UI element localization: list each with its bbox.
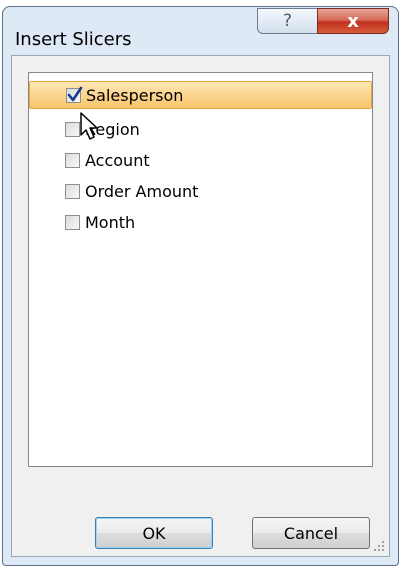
insert-slicers-dialog: Insert Slicers ? x Salesperson Region Ac… [2, 6, 399, 566]
ok-button[interactable]: OK [95, 517, 213, 549]
field-item-order-amount[interactable]: Order Amount [29, 177, 372, 205]
field-checkbox-account[interactable] [65, 152, 80, 168]
dialog-body: Salesperson Region Account Order Amount … [11, 55, 390, 557]
resize-grip-icon[interactable] [373, 540, 385, 552]
field-label: Month [85, 212, 136, 232]
cancel-button[interactable]: Cancel [252, 517, 370, 549]
dialog-title: Insert Slicers [15, 29, 132, 50]
field-checkbox-order-amount[interactable] [65, 183, 80, 199]
title-bar[interactable]: Insert Slicers ? x [3, 7, 398, 55]
mouse-cursor-icon [80, 112, 98, 140]
field-label: Order Amount [85, 181, 199, 201]
field-item-month[interactable]: Month [29, 208, 372, 236]
close-icon: x [347, 10, 359, 32]
field-item-salesperson[interactable]: Salesperson [29, 81, 372, 109]
help-button[interactable]: ? [257, 8, 317, 34]
field-checkbox-salesperson[interactable] [66, 86, 83, 103]
field-checkbox-month[interactable] [65, 214, 80, 230]
checkmark-icon [67, 86, 83, 101]
field-label: Salesperson [86, 85, 184, 105]
field-label: Account [85, 150, 150, 170]
field-checkbox-region[interactable] [65, 121, 80, 137]
close-button[interactable]: x [317, 8, 389, 34]
field-item-account[interactable]: Account [29, 146, 372, 174]
help-icon: ? [282, 11, 293, 31]
